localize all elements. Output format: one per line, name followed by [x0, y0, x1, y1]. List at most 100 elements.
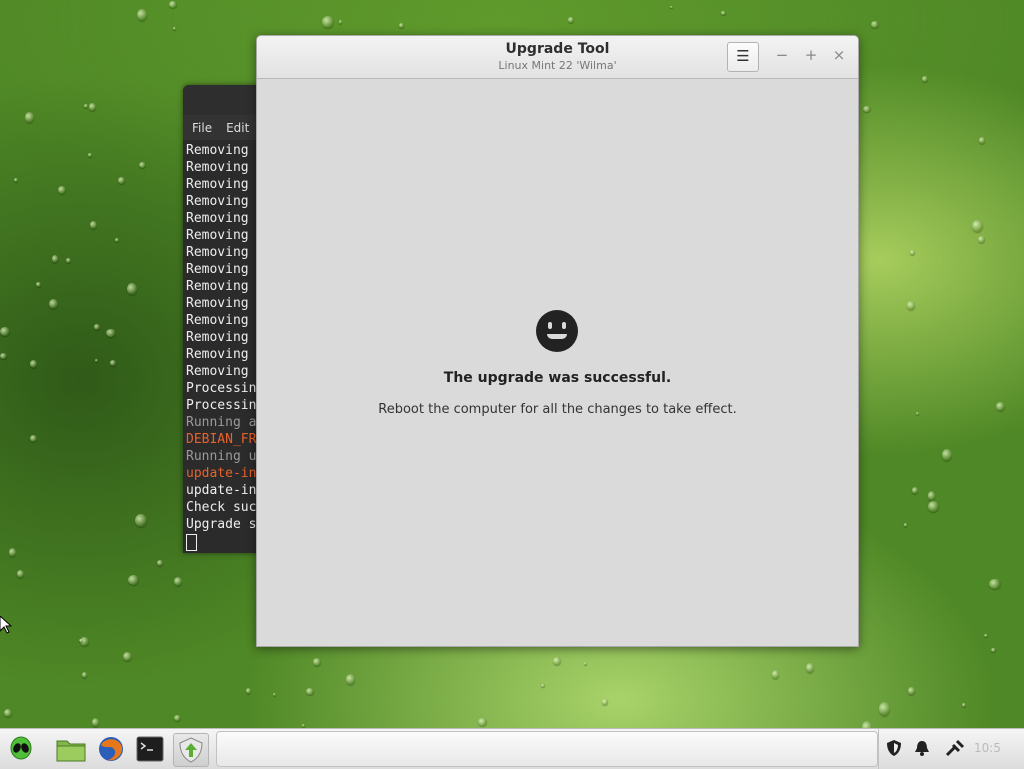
water-droplet [312, 658, 322, 667]
smiley-mouth [547, 334, 567, 339]
water-droplet [128, 575, 140, 586]
water-droplet [721, 10, 726, 15]
water-droplet [36, 282, 41, 288]
water-droplet [109, 359, 117, 367]
water-droplet [540, 683, 545, 688]
water-droplet [912, 487, 919, 495]
window-content: The upgrade was successful. Reboot the c… [257, 79, 858, 646]
water-droplet [81, 671, 87, 678]
water-droplet [89, 102, 96, 111]
water-droplet [903, 523, 908, 527]
water-droplet [58, 186, 66, 195]
window-titlebar[interactable]: Upgrade Tool Linux Mint 22 'Wilma' ☰ − +… [257, 36, 858, 79]
water-droplet [273, 693, 277, 697]
water-droplet [13, 177, 18, 182]
window-subtitle: Linux Mint 22 'Wilma' [498, 59, 617, 72]
water-droplet [8, 548, 16, 557]
water-droplet [0, 326, 10, 336]
water-droplet [24, 111, 35, 123]
water-droplet [983, 633, 989, 638]
smiley-eye [548, 322, 552, 329]
update-manager-icon[interactable] [173, 733, 209, 767]
firefox-icon[interactable] [94, 733, 128, 765]
water-droplet [771, 670, 779, 679]
close-button[interactable]: × [831, 46, 847, 64]
water-droplet [301, 723, 305, 727]
water-droplet [246, 687, 252, 694]
water-droplet [991, 647, 997, 653]
water-droplet [583, 662, 587, 666]
water-droplet [908, 687, 915, 696]
notification-bell-icon[interactable] [912, 739, 932, 759]
water-droplet [174, 577, 183, 586]
water-droplet [871, 20, 880, 29]
water-droplet [83, 104, 88, 109]
water-droplet [0, 353, 8, 359]
water-droplet [88, 152, 93, 158]
water-droplet [942, 448, 953, 461]
water-droplet [978, 137, 986, 145]
water-droplet [927, 500, 939, 512]
water-droplet [989, 579, 1001, 590]
water-droplet [105, 328, 116, 337]
water-droplet [29, 360, 37, 368]
terminal-cursor [186, 534, 197, 551]
window-title: Upgrade Tool [505, 41, 610, 57]
upgrade-tool-window: Upgrade Tool Linux Mint 22 'Wilma' ☰ − +… [256, 35, 859, 647]
mouse-pointer-icon [0, 616, 12, 634]
folder-icon[interactable] [54, 733, 88, 765]
water-droplet [136, 9, 147, 22]
water-droplet [157, 560, 164, 567]
water-droplet [961, 703, 966, 708]
water-droplet [921, 76, 929, 83]
water-droplet [322, 15, 335, 28]
water-droplet [928, 491, 936, 501]
success-message: Reboot the computer for all the changes … [378, 402, 737, 417]
taskbar: 10:5 [0, 728, 1024, 769]
water-droplet [123, 651, 133, 662]
water-droplet [907, 301, 915, 310]
terminal-menu-edit[interactable]: Edit [226, 121, 249, 135]
water-droplet [345, 674, 356, 686]
water-droplet [978, 235, 986, 243]
water-droplet [79, 638, 83, 642]
water-droplet [115, 237, 120, 242]
hamburger-menu-button[interactable]: ☰ [727, 42, 759, 72]
water-droplet [567, 17, 574, 24]
water-droplet [878, 702, 891, 716]
terminal-icon[interactable] [133, 733, 167, 765]
water-droplet [135, 513, 147, 527]
network-icon[interactable] [945, 739, 965, 759]
water-droplet [602, 699, 608, 705]
system-tray: 10:5 [878, 729, 1024, 769]
mint-menu-icon[interactable] [4, 733, 38, 765]
water-droplet [139, 162, 147, 169]
water-droplet [806, 663, 815, 674]
minimize-button[interactable]: − [774, 46, 790, 64]
water-droplet [399, 23, 404, 28]
water-droplet [972, 220, 983, 233]
water-droplet [94, 358, 99, 363]
smiley-face-icon [536, 310, 578, 352]
water-droplet [305, 687, 315, 696]
water-droplet [93, 324, 101, 330]
shield-icon[interactable] [884, 739, 904, 759]
window-list[interactable] [216, 731, 878, 767]
water-droplet [168, 0, 178, 8]
water-droplet [48, 298, 58, 310]
water-droplet [338, 19, 343, 25]
water-droplet [91, 718, 99, 727]
success-heading: The upgrade was successful. [443, 370, 672, 386]
clock[interactable]: 10:5 [974, 741, 1001, 755]
water-droplet [65, 257, 71, 263]
water-droplet [3, 709, 13, 718]
water-droplet [90, 221, 98, 230]
water-droplet [17, 569, 24, 578]
water-droplet [172, 27, 177, 31]
water-droplet [174, 714, 182, 721]
water-droplet [996, 402, 1005, 412]
water-droplet [863, 105, 871, 112]
water-droplet [52, 255, 59, 263]
maximize-button[interactable]: + [803, 46, 819, 64]
terminal-menu-file[interactable]: File [192, 121, 212, 135]
